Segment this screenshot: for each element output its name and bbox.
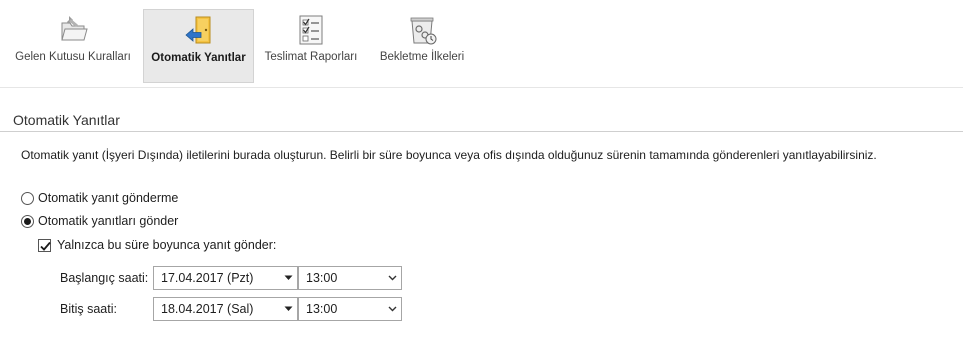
door-arrow-icon (182, 14, 216, 48)
radio-dont-send[interactable]: Otomatik yanıt gönderme (21, 189, 178, 207)
radio-dont-send-button[interactable] (21, 191, 34, 205)
toolbar: Gelen Kutusu Kuralları Otomatik Yanıtlar (0, 0, 963, 88)
tab-delivery-reports-label: Teslimat Raporları (264, 51, 358, 63)
section-description: Otomatik yanıt (İşyeri Dışında) iletiler… (21, 148, 877, 162)
checkmark-icon (40, 241, 51, 251)
chevron-down-icon (388, 306, 397, 312)
start-date-select[interactable]: 17.04.2017 (Pzt) (153, 266, 298, 290)
tab-retention-policies[interactable]: Bekletme İlkeleri (370, 9, 474, 83)
tab-inbox-rules-label: Gelen Kutusu Kuralları (15, 51, 131, 63)
tab-retention-policies-label: Bekletme İlkeleri (379, 51, 465, 63)
start-date-value: 17.04.2017 (Pzt) (161, 271, 254, 285)
dropdown-arrow-icon (284, 275, 293, 280)
chevron-down-icon (388, 275, 397, 281)
end-time-select[interactable]: 13:00 (298, 297, 402, 321)
time-period-checkbox[interactable] (38, 238, 51, 252)
start-time-select[interactable]: 13:00 (298, 266, 402, 290)
radio-send[interactable]: Otomatik yanıtları gönder (21, 212, 178, 230)
dropdown-arrow-icon (284, 306, 293, 311)
end-time-label: Bitiş saati: (60, 302, 117, 316)
radio-dont-send-label: Otomatik yanıt gönderme (38, 191, 179, 205)
tab-delivery-reports[interactable]: Teslimat Raporları (258, 9, 364, 83)
radio-send-label: Otomatik yanıtları gönder (38, 214, 179, 228)
time-period-checkbox-row[interactable]: Yalnızca bu süre boyunca yanıt gönder: (38, 236, 276, 254)
end-date-value: 18.04.2017 (Sal) (161, 302, 254, 316)
time-period-label: Yalnızca bu süre boyunca yanıt gönder: (57, 238, 277, 252)
tab-automatic-replies-label: Otomatik Yanıtlar (151, 52, 246, 64)
retention-bin-icon (405, 13, 439, 47)
start-time-label: Başlangıç saati: (60, 271, 149, 285)
end-date-select[interactable]: 18.04.2017 (Sal) (153, 297, 298, 321)
checklist-icon (294, 13, 328, 47)
start-time-value: 13:00 (306, 271, 338, 285)
tab-inbox-rules[interactable]: Gelen Kutusu Kuralları (10, 9, 136, 83)
end-time-value: 13:00 (306, 302, 338, 316)
folder-rules-icon (56, 13, 90, 47)
section-title: Otomatik Yanıtlar (13, 112, 120, 128)
section-divider (0, 131, 963, 132)
tab-automatic-replies[interactable]: Otomatik Yanıtlar (143, 9, 254, 83)
radio-send-button[interactable] (21, 214, 34, 228)
